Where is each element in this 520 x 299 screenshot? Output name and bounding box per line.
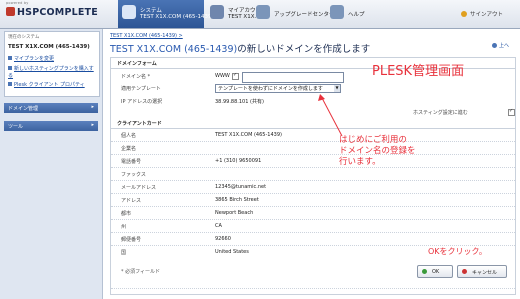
annotation-note: はじめにご利用の ドメイン名の登録を 行います。 [339, 135, 416, 167]
annotation-title: PLESK管理画面 [372, 64, 465, 79]
annotation-ok-note: OKをクリック。 [428, 247, 487, 256]
